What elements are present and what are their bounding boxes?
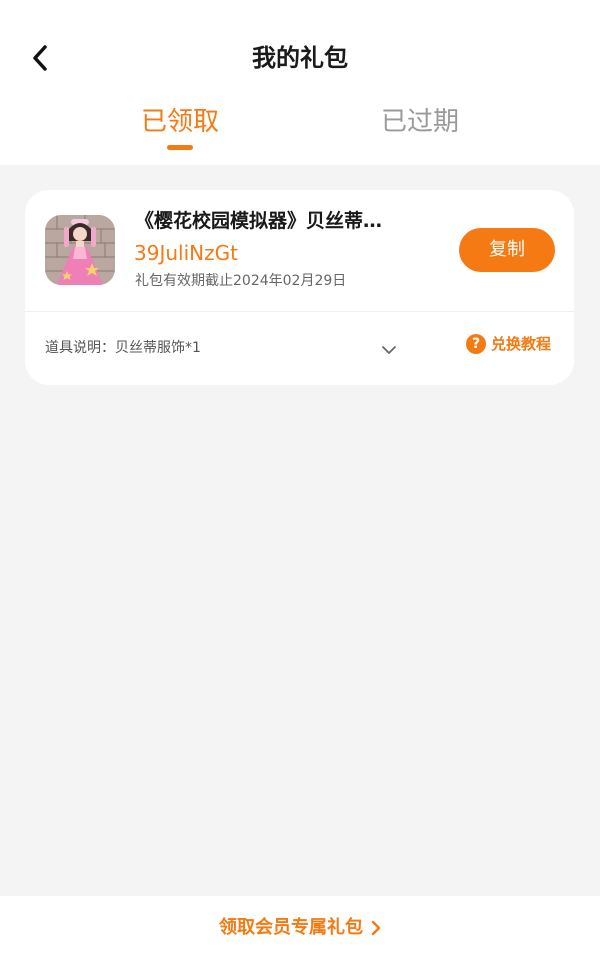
top-bar: 我的礼包 已领取 已过期 <box>0 0 600 165</box>
game-character-icon <box>45 215 115 285</box>
bottom-bar: 领取会员专属礼包 <box>0 896 600 960</box>
expand-button[interactable] <box>377 338 401 362</box>
exchange-tutorial-link[interactable]: ? 兑换教程 <box>466 332 551 356</box>
tab-received[interactable]: 已领取 <box>100 100 260 144</box>
exchange-tutorial-label: 兑换教程 <box>491 335 552 353</box>
divider <box>25 311 574 312</box>
gift-code: 39JuliNzGt <box>134 241 238 265</box>
member-gift-label: 领取会员专属礼包 <box>219 917 363 938</box>
chevron-down-icon <box>382 346 396 354</box>
gift-title: 《樱花校园模拟器》贝丝蒂… <box>135 210 383 232</box>
active-tab-indicator <box>167 145 193 150</box>
gift-card: 《樱花校园模拟器》贝丝蒂… 39JuliNzGt 礼包有效期截止2024年02月… <box>25 190 574 385</box>
member-gift-link[interactable]: 领取会员专属礼包 <box>0 912 600 944</box>
chevron-right-icon <box>371 920 381 936</box>
tab-expired[interactable]: 已过期 <box>340 100 500 144</box>
gift-expiry: 礼包有效期截止2024年02月29日 <box>135 273 347 289</box>
copy-button[interactable]: 复制 <box>459 228 555 272</box>
item-description: 道具说明：贝丝蒂服饰*1 <box>45 340 201 356</box>
question-circle-icon: ? <box>466 334 486 354</box>
page-title: 我的礼包 <box>252 44 348 72</box>
